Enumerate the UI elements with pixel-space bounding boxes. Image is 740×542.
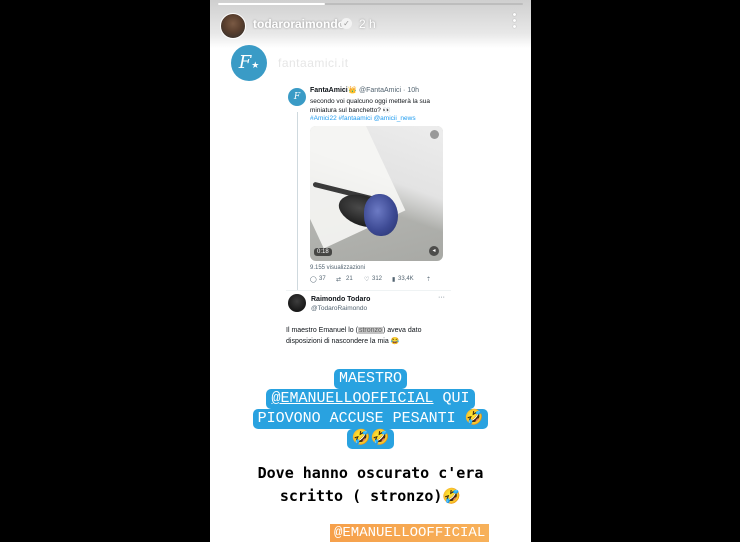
like-count: 312 bbox=[372, 276, 383, 282]
username[interactable]: todaroraimondo bbox=[253, 17, 345, 31]
reply-avatar bbox=[288, 294, 306, 312]
overlay-text: Dove hanno oscurato c'era scritto ( stro… bbox=[210, 462, 531, 508]
tweet-divider bbox=[286, 290, 451, 291]
crown-icon: 👑 bbox=[348, 87, 357, 94]
shared-account-handle: fantaamici.it bbox=[278, 56, 349, 70]
caption-line-4: 🤣🤣 bbox=[346, 429, 395, 449]
tweet-views: 9.155 visualizzazioni bbox=[310, 265, 366, 271]
story-caption: MAESTRO @EMANUELLOOFFICIAL QUI PIOVONO A… bbox=[210, 369, 531, 449]
reply-author-name: Raimondo Todaro bbox=[311, 296, 371, 303]
caption-line-2: @EMANUELLOOFFICIAL QUI bbox=[266, 389, 475, 409]
blue-figure bbox=[364, 194, 398, 236]
thread-line bbox=[297, 112, 298, 290]
story-time: 2 h bbox=[359, 17, 376, 31]
tweet-author-name: FantaAmici bbox=[310, 87, 348, 94]
censored-word: stronzo bbox=[357, 327, 383, 334]
more-options-icon[interactable] bbox=[511, 13, 517, 31]
caption-mention[interactable]: @EMANUELLOOFFICIAL bbox=[271, 390, 433, 407]
tweet-avatar: F bbox=[288, 88, 306, 106]
overlay-line-1: Dove hanno oscurato c'era bbox=[257, 464, 484, 482]
retweet-count: 21 bbox=[346, 276, 353, 282]
story-progress-bar bbox=[218, 3, 523, 5]
reply-more-icon: ··· bbox=[438, 294, 445, 301]
reply-count: 37 bbox=[319, 276, 326, 282]
volume-icon: ◂ bbox=[429, 246, 439, 256]
avatar[interactable] bbox=[220, 13, 246, 39]
fantaamici-logo-letter: F bbox=[238, 52, 252, 73]
tweet-text: secondo voi qualcuno oggi metterà la sua… bbox=[310, 98, 430, 114]
analytics-icon: ▮ bbox=[392, 277, 396, 283]
like-icon: ♡ bbox=[364, 277, 370, 283]
retweet-icon: ⇄ bbox=[336, 277, 342, 283]
caption-line-1: MAESTRO bbox=[333, 369, 407, 389]
story-frame[interactable]: todaroraimondo ✓ 2 h F★ fantaamici.it F … bbox=[210, 0, 531, 542]
tweet-video: 0:18 ◂ bbox=[310, 126, 443, 261]
video-settings-icon bbox=[430, 130, 439, 139]
share-icon: ⇡ bbox=[426, 277, 432, 283]
tweet-hashtags: #Amici22 #fantaamici @amicii_news bbox=[310, 115, 416, 122]
video-duration: 0:18 bbox=[314, 248, 332, 256]
caption-line-2-rest: QUI bbox=[433, 390, 470, 407]
story-progress-fill bbox=[218, 3, 325, 5]
fantaamici-logo: F★ bbox=[231, 45, 267, 81]
mention-sticker[interactable]: @EMANUELLOOFFICIAL bbox=[330, 524, 490, 542]
overlay-line-2: scritto ( stronzo)🤣 bbox=[279, 487, 462, 505]
tweet-handle-time: @FantaAmici · 10h bbox=[359, 87, 420, 94]
verified-check-icon: ✓ bbox=[341, 18, 352, 29]
tweet-actions: ◯ 37 ⇄ 21 ♡ 312 ▮ 33,4K ⇡ bbox=[310, 276, 445, 286]
reply-icon: ◯ bbox=[310, 277, 317, 283]
reply-text: Il maestro Emanuel lo (stronzo) aveva da… bbox=[286, 325, 436, 347]
reply-text-before: Il maestro Emanuel lo ( bbox=[286, 327, 358, 334]
impressions-count: 33,4K bbox=[398, 276, 414, 282]
caption-line-3: PIOVONO ACCUSE PESANTI 🤣 bbox=[252, 409, 489, 429]
reply-author-handle: @TodaroRaimondo bbox=[311, 305, 368, 312]
